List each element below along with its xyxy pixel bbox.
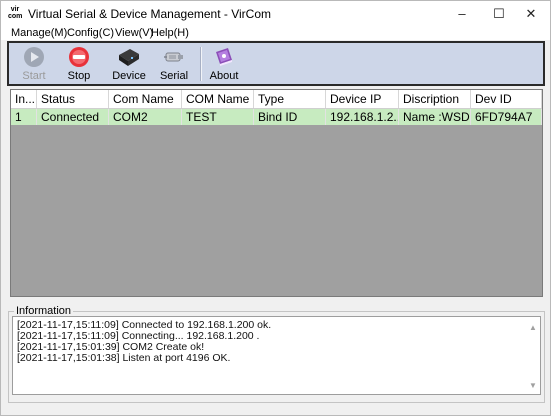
menu-manage[interactable]: Manage(M) [11,27,67,40]
log-textbox[interactable]: [2021-11-17,15:11:09] Connected to 192.1… [12,316,541,395]
information-panel: Information [2021-11-17,15:11:09] Connec… [8,305,545,405]
about-button[interactable]: About [204,44,244,84]
title-bar[interactable]: vir com Virtual Serial & Device Managemen… [1,1,550,27]
play-icon [24,47,44,67]
maximize-button[interactable]: ☐ [482,1,516,27]
start-label: Start [22,70,46,82]
cell-device-ip: 192.168.1.2... [326,109,399,125]
cell-index: 1 [11,109,37,125]
minimize-button[interactable]: – [445,1,479,27]
cell-description: Name :WSD... [399,109,471,125]
window-title: Virtual Serial & Device Management - Vir… [28,7,271,21]
app-logo-icon: vir com [8,6,23,20]
toolbar: Start Stop Device Serial About [7,41,545,86]
toolbar-separator [200,47,202,81]
serial-label: Serial [159,70,189,82]
about-icon [216,48,232,66]
stop-label: Stop [67,70,91,82]
device-table[interactable]: In... Status Com Name COM Name Type Devi… [10,89,543,297]
table-row[interactable]: 1 Connected COM2 TEST Bind ID 192.168.1.… [11,109,542,125]
col-dev-id[interactable]: Dev ID [471,90,542,108]
table-header: In... Status Com Name COM Name Type Devi… [11,90,542,109]
col-status[interactable]: Status [37,90,109,108]
menu-view[interactable]: View(V) [115,27,153,40]
cell-type: Bind ID [254,109,326,125]
col-index[interactable]: In... [11,90,37,108]
close-button[interactable]: ✕ [514,1,548,27]
menu-help[interactable]: Help(H) [151,27,189,40]
serial-icon [164,52,183,62]
menu-config[interactable]: Config(C) [67,27,114,40]
device-icon [119,49,139,66]
start-button[interactable]: Start [14,44,54,84]
device-label: Device [112,70,146,82]
log-line: [2021-11-17,15:01:38] Listen at port 419… [17,352,231,364]
cell-com-name: COM2 [109,109,182,125]
menu-bar: Manage(M) Config(C) View(V) Help(H) [1,27,550,40]
cell-status: Connected [37,109,109,125]
cell-com-name-2: TEST [182,109,254,125]
cell-dev-id: 6FD794A7 [471,109,542,125]
device-button[interactable]: Device [109,44,149,84]
col-type[interactable]: Type [254,90,326,108]
col-com-name[interactable]: Com Name [109,90,182,108]
main-window: vir com Virtual Serial & Device Managemen… [0,0,551,416]
scroll-up-icon[interactable]: ▲ [528,323,538,333]
scroll-down-icon[interactable]: ▼ [528,381,538,391]
col-com-name-2[interactable]: COM Name [182,90,254,108]
stop-button[interactable]: Stop [59,44,99,84]
col-description[interactable]: Discription [399,90,471,108]
col-device-ip[interactable]: Device IP [326,90,399,108]
about-label: About [209,70,239,82]
stop-icon [69,47,89,67]
serial-button[interactable]: Serial [154,44,194,84]
